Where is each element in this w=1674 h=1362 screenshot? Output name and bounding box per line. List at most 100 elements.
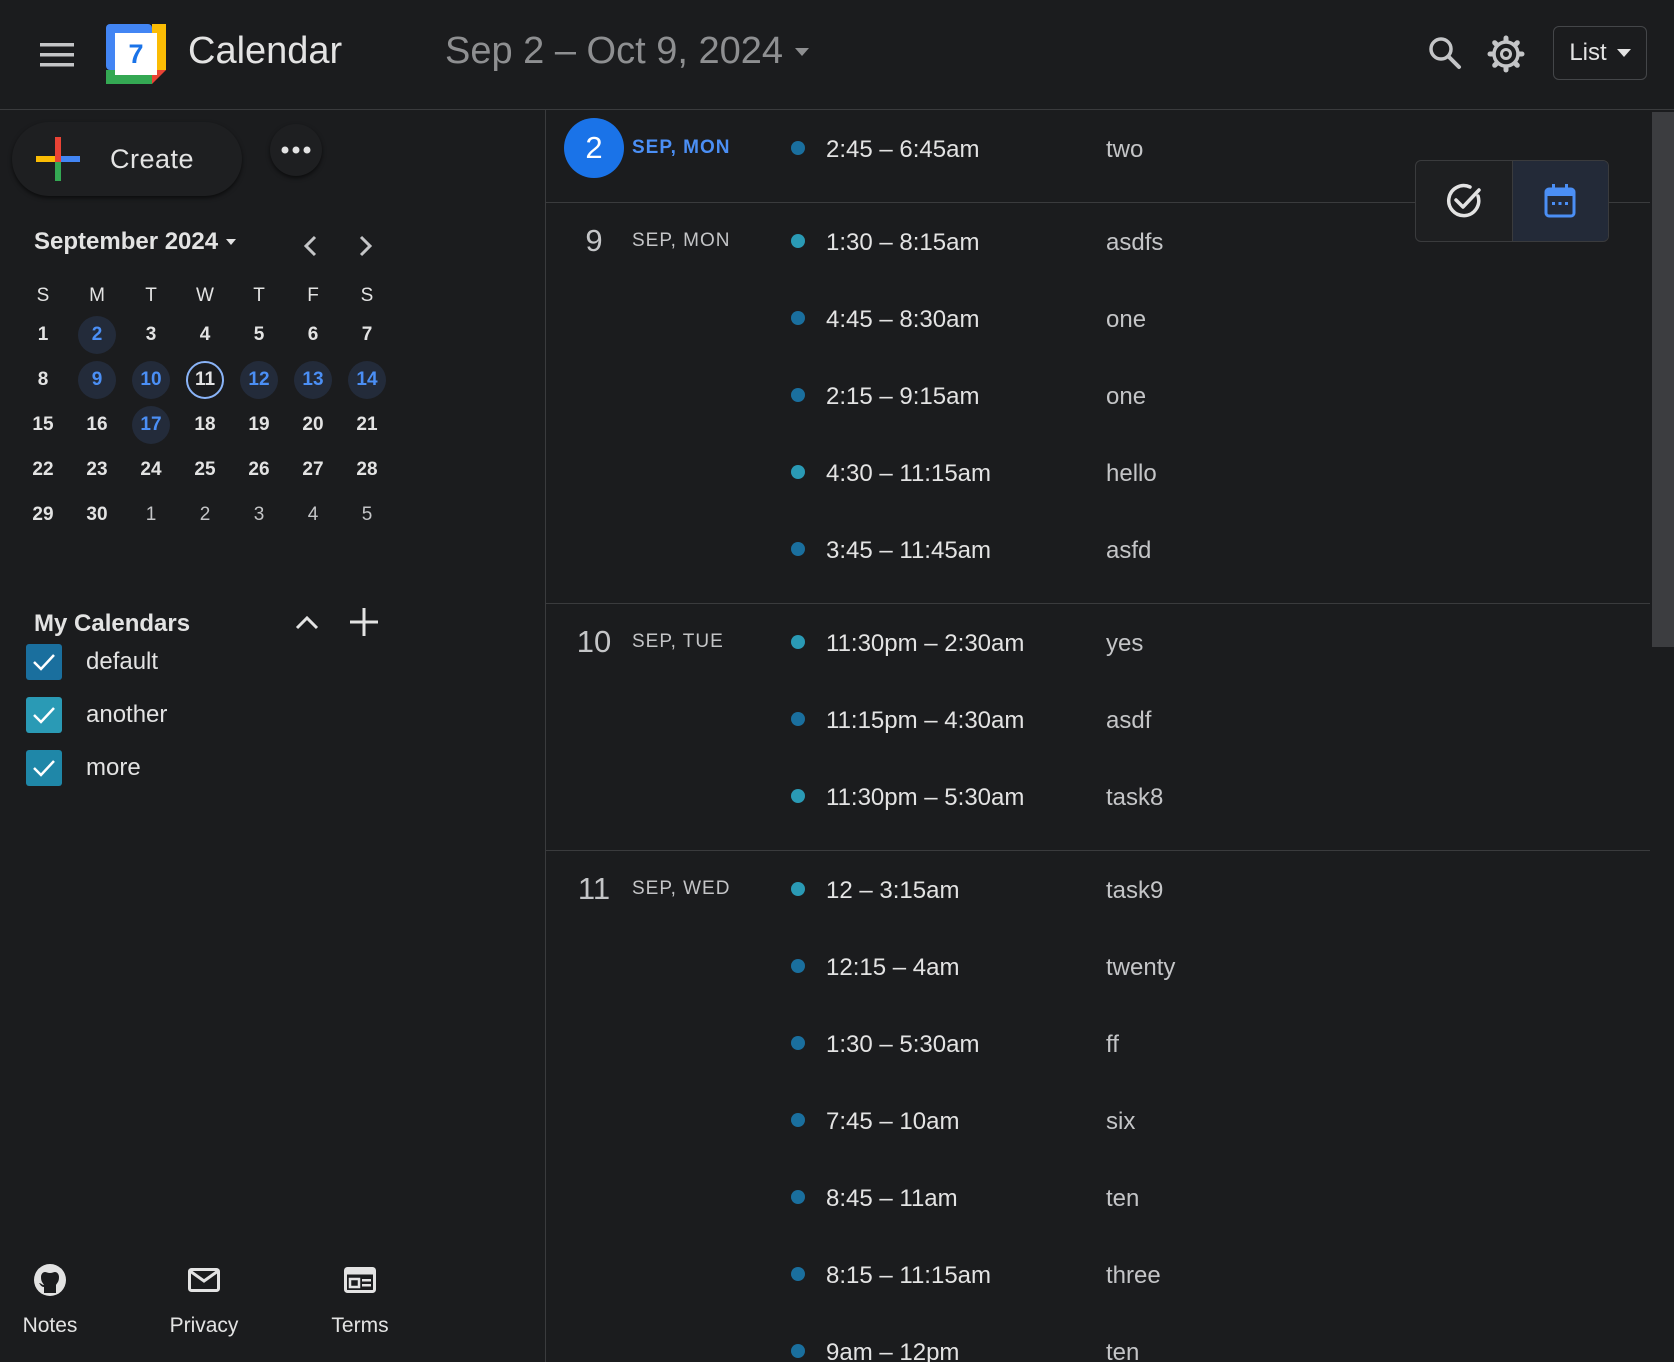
mini-calendar-day[interactable]: 4 — [178, 316, 232, 354]
date-range-picker[interactable]: Sep 2 – Oct 9, 2024 — [445, 30, 810, 73]
event-time: 1:30 – 8:15am — [826, 229, 980, 256]
event-row[interactable]: 8:45 – 11am ten — [546, 1167, 1650, 1227]
mini-calendar-day[interactable]: 2 — [70, 315, 124, 354]
main-menu-button[interactable] — [32, 30, 82, 80]
mini-calendar-month-label: September 2024 — [34, 228, 219, 255]
view-selector-button[interactable]: List — [1553, 26, 1647, 80]
calendar-checkbox[interactable] — [26, 750, 62, 786]
more-options-button[interactable] — [270, 124, 322, 176]
mini-calendar-day[interactable]: 1 — [124, 496, 178, 534]
event-row[interactable]: 2:15 – 9:15am one — [546, 365, 1650, 425]
mini-calendar-day[interactable]: 27 — [286, 451, 340, 489]
calendar-item-more[interactable]: more — [26, 748, 141, 788]
mini-calendar-day[interactable]: 14 — [340, 360, 394, 399]
event-row[interactable]: 12:15 – 4am twenty — [546, 936, 1650, 996]
mini-calendar-day[interactable]: 5 — [340, 496, 394, 534]
mini-calendar-day[interactable]: 11 — [178, 360, 232, 399]
calendar-item-another[interactable]: another — [26, 695, 167, 735]
mini-calendar-day[interactable]: 22 — [16, 451, 70, 489]
mini-calendar-day-number: 11 — [186, 360, 224, 399]
mini-calendar-day-number: 9 — [78, 360, 116, 399]
mini-calendar-day[interactable]: 10 — [124, 360, 178, 399]
event-time: 12:15 – 4am — [826, 954, 960, 981]
plus-icon — [350, 608, 378, 636]
mini-calendar-day-number: 1 — [145, 503, 157, 525]
calendar-logo: 7 — [106, 24, 166, 84]
mini-calendar-day[interactable]: 5 — [232, 316, 286, 354]
tasks-button[interactable] — [1416, 161, 1512, 241]
event-title: task8 — [1106, 784, 1164, 811]
mini-calendar-day[interactable]: 24 — [124, 451, 178, 489]
event-color-dot — [791, 388, 805, 402]
event-row[interactable]: 4:45 – 8:30am one — [546, 288, 1650, 348]
mini-calendar-day[interactable]: 20 — [286, 406, 340, 444]
event-row[interactable]: 11:30pm – 5:30am task8 — [546, 766, 1650, 826]
create-button[interactable]: Create — [12, 122, 242, 196]
mini-calendar-day[interactable]: 4 — [286, 496, 340, 534]
event-row[interactable]: 11:30pm – 2:30am yes — [546, 612, 1650, 672]
mini-calendar-next-button[interactable] — [348, 228, 384, 264]
github-icon — [34, 1264, 66, 1296]
checkmark-icon — [33, 654, 55, 671]
mini-calendar-day[interactable]: 15 — [16, 406, 70, 444]
calendar-checkbox[interactable] — [26, 697, 62, 733]
mini-calendar-day[interactable]: 21 — [340, 406, 394, 444]
mini-calendar-day[interactable]: 12 — [232, 360, 286, 399]
mini-calendar-day[interactable]: 1 — [16, 316, 70, 354]
terms-link[interactable]: Terms — [310, 1260, 410, 1338]
event-row[interactable]: 9am – 12pm ten — [546, 1321, 1650, 1362]
mini-calendar-day[interactable]: 2 — [178, 496, 232, 534]
mini-calendar-day-number: 18 — [194, 413, 216, 435]
event-row[interactable]: 4:30 – 11:15am hello — [546, 442, 1650, 502]
mini-calendar-day[interactable]: 28 — [340, 451, 394, 489]
mini-calendar-day[interactable]: 25 — [178, 451, 232, 489]
event-row[interactable]: 3:45 – 11:45am asfd — [546, 519, 1650, 579]
event-time: 2:15 – 9:15am — [826, 383, 980, 410]
event-row[interactable]: 7:45 – 10am six — [546, 1090, 1650, 1150]
add-calendar-button[interactable] — [346, 604, 382, 640]
privacy-link[interactable]: Privacy — [154, 1260, 254, 1338]
mini-calendar-day[interactable]: 19 — [232, 406, 286, 444]
notes-link[interactable]: Notes — [0, 1260, 100, 1338]
weekday-header: S — [360, 285, 374, 306]
mini-calendar-day[interactable]: 23 — [70, 451, 124, 489]
view-selector-label: List — [1569, 39, 1607, 66]
mini-calendar-day[interactable]: 26 — [232, 451, 286, 489]
event-time: 11:15pm – 4:30am — [826, 707, 1025, 734]
event-row[interactable]: 12 – 3:15am task9 — [546, 859, 1650, 919]
mini-calendar-month-picker[interactable]: September 2024 — [34, 228, 237, 256]
mini-calendar-day[interactable]: 18 — [178, 406, 232, 444]
mini-calendar-prev-button[interactable] — [292, 228, 328, 264]
terms-label: Terms — [331, 1314, 389, 1337]
calendar-checkbox[interactable] — [26, 644, 62, 680]
event-row[interactable]: 1:30 – 5:30am ff — [546, 1013, 1650, 1073]
search-button[interactable] — [1420, 28, 1470, 78]
mini-calendar-day[interactable]: 3 — [124, 316, 178, 354]
mini-calendar-day-number: 17 — [132, 405, 170, 444]
my-calendars-collapse-button[interactable] — [290, 606, 324, 640]
event-color-dot — [791, 1036, 805, 1050]
mini-calendar-day[interactable]: 29 — [16, 496, 70, 534]
scrollbar-thumb[interactable] — [1652, 112, 1674, 647]
event-row[interactable]: 8:15 – 11:15am three — [546, 1244, 1650, 1304]
weekday-header: M — [89, 285, 105, 306]
mini-calendar-day-number: 26 — [248, 458, 270, 480]
mini-calendar-day[interactable]: 30 — [70, 496, 124, 534]
event-row[interactable]: 11:15pm – 4:30am asdf — [546, 689, 1650, 749]
calendar-item-default[interactable]: default — [26, 642, 158, 682]
calendar-panel-button[interactable] — [1511, 161, 1608, 241]
mini-calendar-day-number: 27 — [302, 458, 324, 480]
mini-calendar-day[interactable]: 6 — [286, 316, 340, 354]
mini-calendar-day[interactable]: 3 — [232, 496, 286, 534]
weekday-header: W — [196, 285, 214, 306]
mini-calendar-day[interactable]: 17 — [124, 405, 178, 444]
settings-button[interactable] — [1480, 28, 1532, 80]
mini-calendar-day[interactable]: 16 — [70, 406, 124, 444]
mini-calendar-day[interactable]: 7 — [340, 316, 394, 354]
chevron-up-icon — [295, 616, 319, 630]
mini-calendar-day[interactable]: 9 — [70, 360, 124, 399]
event-list: 2 SEP, MON 2:45 – 6:45am two 9 SEP, MON … — [546, 110, 1650, 1362]
top-bar: 7 Calendar Sep 2 – Oct 9, 2024 List — [0, 0, 1674, 110]
mini-calendar-day[interactable]: 8 — [16, 361, 70, 399]
mini-calendar-day[interactable]: 13 — [286, 360, 340, 399]
